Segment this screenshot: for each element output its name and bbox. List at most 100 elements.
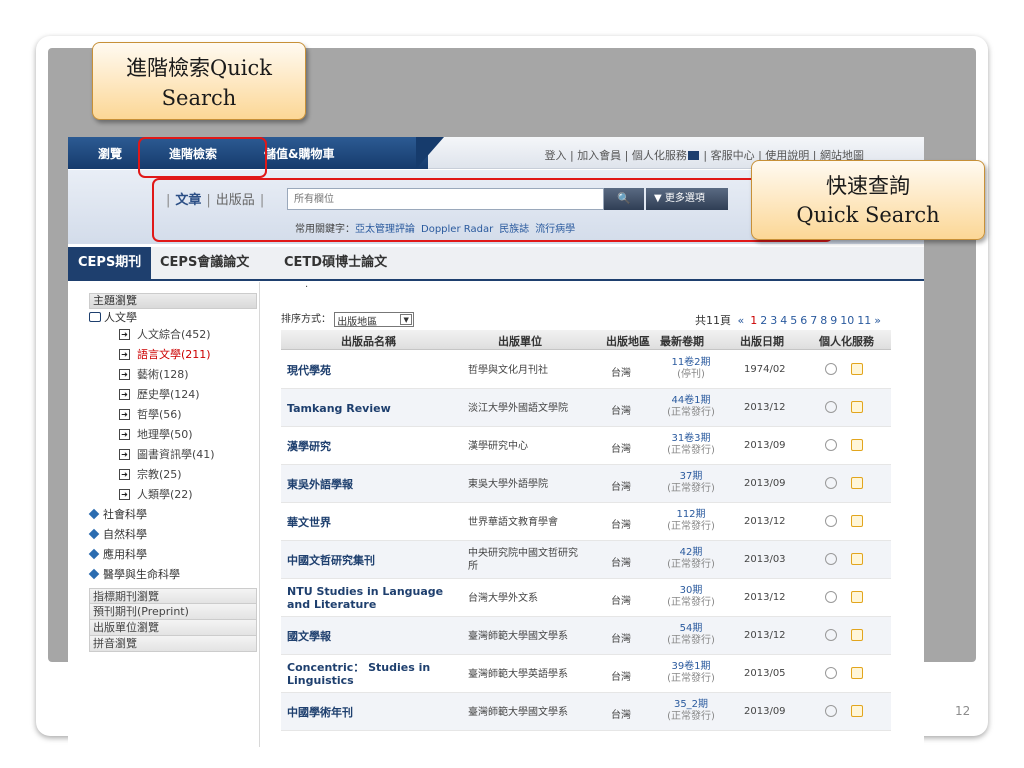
sidebar-link-pinyin[interactable]: 拼音瀏覽 [89,636,257,652]
issue-status: (正常發行) [667,445,715,456]
latest-issue-link[interactable]: 39卷1期 [656,661,726,673]
diamond-icon [88,508,100,520]
sidebar-subcategory[interactable]: ➜ 藝術(128) [89,365,257,385]
publication-name-link[interactable]: 東吳外語學報 [287,478,457,491]
sidebar-link-indexed-journals[interactable]: 指標期刊瀏覽 [89,588,257,604]
subscribe-icon[interactable] [825,705,837,717]
subscribe-icon[interactable] [825,477,837,489]
page-link[interactable]: 8 [820,314,827,327]
latest-issue-link[interactable]: 35_2期 [656,699,726,711]
sidebar-category[interactable]: 應用科學 [88,545,257,565]
sidebar-category[interactable]: 醫學與生命科學 [88,565,257,585]
arrow-right-icon: ➜ [119,468,130,480]
issue-status: (正常發行) [667,711,715,722]
sidebar-category[interactable]: 自然科學 [88,525,257,545]
page-link[interactable]: 3 [770,314,777,327]
latest-issue-link[interactable]: 31卷3期 [656,433,726,445]
page-link[interactable]: 2 [760,314,767,327]
page-link[interactable]: 5 [790,314,797,327]
sidebar-subcategory-active[interactable]: ➜ 語言文學(211) [89,345,257,365]
personal-service-link[interactable]: 個人化服務 [632,149,687,162]
publication-name-link[interactable]: 中國學術年刊 [287,706,457,719]
bookmark-icon[interactable] [851,477,863,489]
sidebar-link-preprint[interactable]: 預刊期刊(Preprint) [89,604,257,620]
latest-issue-link[interactable]: 42期 [656,547,726,559]
bookmark-icon[interactable] [851,401,863,413]
next-page-icon[interactable]: » [874,314,881,327]
bookmark-icon[interactable] [851,705,863,717]
subscribe-icon[interactable] [825,591,837,603]
col-date[interactable]: 出版日期 [740,333,784,349]
col-region[interactable]: 出版地區 [606,333,650,349]
subscribe-icon[interactable] [825,363,837,375]
latest-issue-link[interactable]: 11卷2期 [656,357,726,369]
bookmark-icon[interactable] [851,591,863,603]
sidebar-subcategory[interactable]: ➜ 人文綜合(452) [89,325,257,345]
page-link[interactable]: 1 [750,314,757,327]
page-link[interactable]: 9 [830,314,837,327]
publication-name-link[interactable]: Concentric： Studies in Linguistics [287,661,457,687]
page-link[interactable]: 10 [840,314,854,327]
bookmark-icon[interactable] [851,515,863,527]
subscribe-icon[interactable] [825,515,837,527]
sidebar-subcategory[interactable]: ➜ 地理學(50) [89,425,257,445]
publication-name-link[interactable]: Tamkang Review [287,402,457,415]
date-cell: 2013/12 [744,402,786,413]
prev-page-icon[interactable]: « [738,314,745,327]
bookmark-icon[interactable] [851,553,863,565]
publication-name-link[interactable]: 漢學研究 [287,440,457,453]
latest-issue-link[interactable]: 112期 [656,509,726,521]
sidebar-link-publishers[interactable]: 出版單位瀏覽 [89,620,257,636]
subscribe-icon[interactable] [825,439,837,451]
latest-issue-link[interactable]: 44卷1期 [656,395,726,407]
bookmark-icon[interactable] [851,439,863,451]
latest-issue-cell: 35_2期 (正常發行) [656,699,726,723]
issue-status: (正常發行) [667,673,715,684]
tab-ceps-journals[interactable]: CEPS期刊 [68,247,152,279]
table-row: 中國文哲研究集刊 中央研究院中國文哲研究所 台灣 42期 (正常發行) 2013/03 [281,541,891,579]
highlight-quick-search [152,178,833,242]
tab-ceps-conference[interactable]: CEPS會議論文 [150,247,259,279]
publication-name-link[interactable]: 中國文哲研究集刊 [287,554,457,567]
subscribe-icon[interactable] [825,553,837,565]
publication-name-link[interactable]: 現代學苑 [287,364,457,377]
nav-store-cart[interactable]: 儲值&購物車 [264,145,334,162]
publication-name-link[interactable]: 華文世界 [287,516,457,529]
subscribe-icon[interactable] [825,629,837,641]
bookmark-icon[interactable] [851,629,863,641]
issue-status: (正常發行) [667,597,715,608]
page-link[interactable]: 6 [800,314,807,327]
page-link[interactable]: 4 [780,314,787,327]
latest-issue-link[interactable]: 37期 [656,471,726,483]
sort-select[interactable]: 出版地區 ▼ [334,311,415,328]
page-link[interactable]: 7 [810,314,817,327]
col-publisher[interactable]: 出版單位 [498,333,542,349]
sidebar-subcategory[interactable]: ➜ 歷史學(124) [89,385,257,405]
login-link[interactable]: 登入 [544,149,566,162]
tab-cetd-theses[interactable]: CETD碩博士論文 [274,247,397,279]
sidebar-subcategory[interactable]: ➜ 宗教(25) [89,465,257,485]
sidebar-subcategory[interactable]: ➜ 人類學(22) [89,485,257,505]
service-center-link[interactable]: 客服中心 [711,149,755,162]
publication-name-link[interactable]: 國文學報 [287,630,457,643]
publication-name-link[interactable]: NTU Studies in Language and Literature [287,585,457,611]
sidebar-subcategory[interactable]: ➜ 哲學(56) [89,405,257,425]
latest-issue-link[interactable]: 54期 [656,623,726,635]
sidebar-category[interactable]: 社會科學 [88,505,257,525]
bookmark-icon[interactable] [851,363,863,375]
region-cell: 台灣 [611,406,631,417]
subscribe-icon[interactable] [825,667,837,679]
latest-issue-cell: 37期 (正常發行) [656,471,726,495]
nav-browse[interactable]: 瀏覽 [98,145,122,162]
bookmark-icon[interactable] [851,667,863,679]
col-name[interactable]: 出版品名稱 [341,333,396,349]
sidebar-subcategory[interactable]: ➜ 圖書資訊學(41) [89,445,257,465]
subscribe-icon[interactable] [825,401,837,413]
table-row: 華文世界 世界華語文教育學會 台灣 112期 (正常發行) 2013/12 [281,503,891,541]
sidebar-category[interactable]: 人文學 [89,310,257,325]
latest-issue-link[interactable]: 30期 [656,585,726,597]
page-link[interactable]: 11 [857,314,871,327]
col-latest-issue[interactable]: 最新卷期 [660,333,704,349]
join-link[interactable]: 加入會員 [577,149,621,162]
diamond-icon [88,568,100,580]
